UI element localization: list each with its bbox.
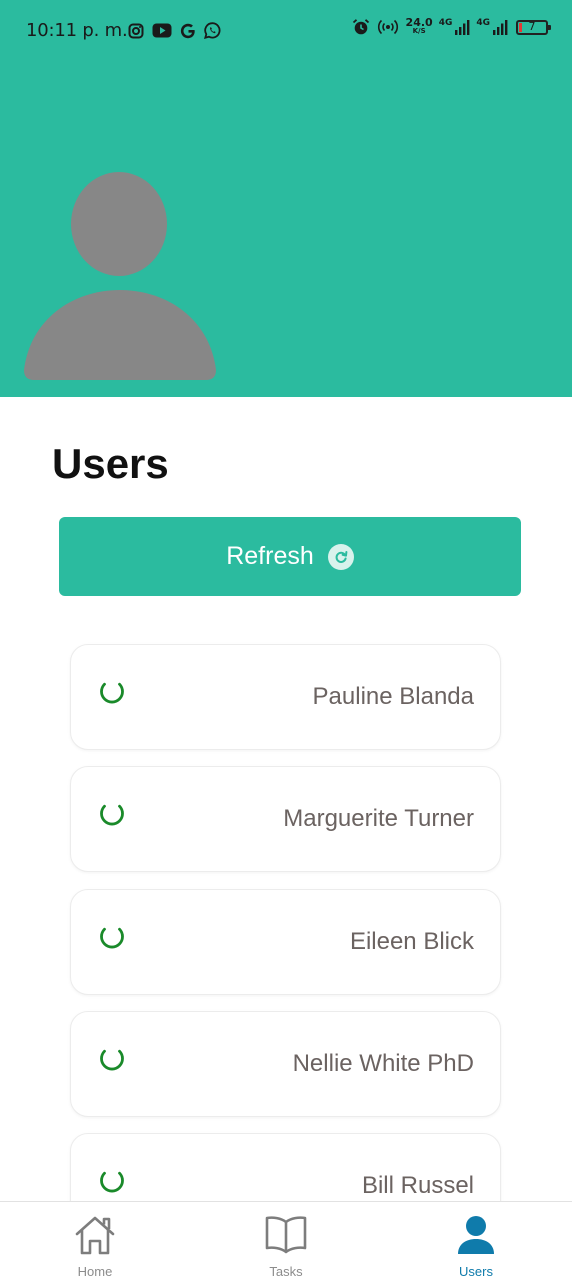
google-icon <box>180 23 195 38</box>
nav-item-home[interactable]: Home <box>35 1202 155 1281</box>
nav-label-home: Home <box>77 1264 113 1279</box>
page-title: Users <box>52 440 169 487</box>
refresh-button-label: Refresh <box>226 542 314 570</box>
net-speed-value: 24.0 <box>405 16 433 29</box>
loading-spinner-icon <box>100 1049 124 1071</box>
hotspot-icon <box>377 19 398 35</box>
status-app-icons <box>128 22 221 39</box>
nav-item-tasks[interactable]: Tasks <box>226 1202 346 1281</box>
alarm-icon <box>352 19 369 35</box>
network-1: 4G <box>439 19 471 35</box>
user-name: Pauline Blanda <box>312 683 474 710</box>
user-name: Bill Russel <box>361 1172 474 1199</box>
refresh-button[interactable]: Refresh <box>59 517 521 596</box>
network-2: 4G <box>476 19 508 35</box>
youtube-icon <box>152 23 172 38</box>
status-time: 10:11 p. m. <box>26 20 128 41</box>
network-label-1: 4G <box>438 18 453 28</box>
loading-spinner-icon <box>100 927 124 949</box>
user-card[interactable]: Nellie White PhD <box>70 1011 501 1117</box>
nav-item-users[interactable]: Users <box>416 1202 536 1281</box>
status-right-icons: 24.0 K/S 4G 4G 7 <box>352 16 551 36</box>
user-name: Eileen Blick <box>349 928 474 955</box>
nav-label-tasks: Tasks <box>269 1264 303 1279</box>
home-icon <box>75 1216 115 1255</box>
status-bar: 10:11 p. m. 24.0 K/S 4G 4G 7 <box>0 0 572 64</box>
net-speed-unit: K/S <box>412 27 426 35</box>
signal-icon <box>493 20 508 35</box>
net-speed: 24.0 K/S <box>405 16 433 36</box>
loading-spinner-icon <box>100 1171 124 1193</box>
instagram-icon <box>128 23 144 38</box>
loading-spinner-icon <box>100 682 124 704</box>
avatar-placeholder-icon <box>24 172 216 380</box>
loading-spinner-icon <box>100 804 124 826</box>
whatsapp-icon <box>204 22 221 39</box>
user-card[interactable]: Pauline Blanda <box>70 644 501 750</box>
user-icon <box>458 1216 494 1254</box>
refresh-icon <box>327 543 354 570</box>
battery-level: 7 <box>528 19 536 33</box>
bottom-nav: Home Tasks Users <box>0 1201 572 1280</box>
user-name: Marguerite Turner <box>283 805 474 832</box>
battery-icon: 7 <box>516 19 551 35</box>
user-card[interactable]: Marguerite Turner <box>70 766 501 872</box>
nav-label-users: Users <box>459 1264 493 1279</box>
network-label-2: 4G <box>476 18 490 28</box>
book-icon <box>265 1216 307 1254</box>
user-card[interactable]: Eileen Blick <box>70 889 501 995</box>
signal-icon <box>455 20 470 35</box>
user-name: Nellie White PhD <box>292 1050 474 1077</box>
